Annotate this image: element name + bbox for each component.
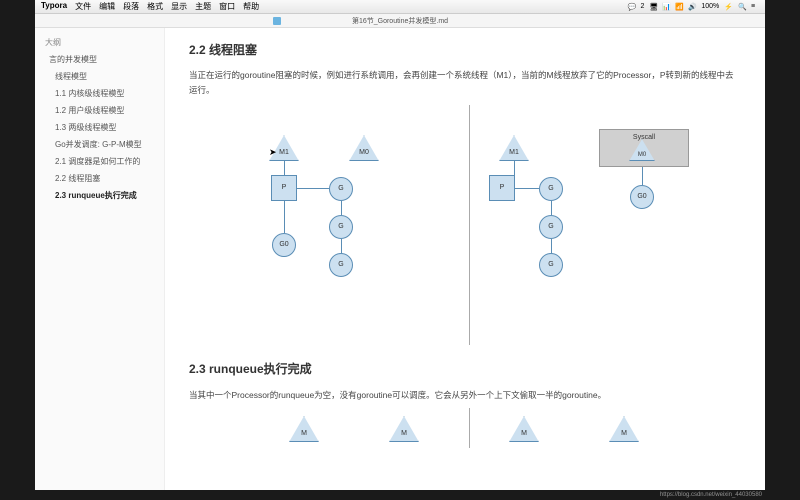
status-badge: 2 xyxy=(640,3,644,10)
outline-heading: 大纲 xyxy=(35,34,164,51)
cursor-icon: ➤ xyxy=(269,145,277,160)
shape-g-right-3: G xyxy=(539,253,563,277)
menu-theme[interactable]: 主题 xyxy=(195,1,211,12)
wifi-icon[interactable]: 📶 xyxy=(675,3,683,11)
shape-g-right-2: G xyxy=(539,215,563,239)
search-icon[interactable]: 🔍 xyxy=(738,3,746,11)
shape-g0-right: G0 xyxy=(630,185,654,209)
shape-p-right: P xyxy=(489,175,515,201)
diagram-2-2: M1 M0 P G G G G0 M1 P G G xyxy=(189,105,741,345)
shape-m-b: M xyxy=(389,416,419,442)
shape-m-d: M xyxy=(609,416,639,442)
doc-title: 第16节_Goroutine并发模型.md xyxy=(352,16,448,26)
menu-format[interactable]: 格式 xyxy=(147,1,163,12)
wechat-icon[interactable]: 💬 xyxy=(627,3,635,11)
menu-edit[interactable]: 编辑 xyxy=(99,1,115,12)
menu-view[interactable]: 显示 xyxy=(171,1,187,12)
battery-pct: 100% xyxy=(701,3,719,10)
shape-g0-left: G0 xyxy=(272,233,296,257)
conn xyxy=(284,201,285,233)
conn xyxy=(341,201,342,215)
shape-m-c: M xyxy=(509,416,539,442)
conn xyxy=(514,161,515,175)
content-area: 2.2 线程阻塞 当正在运行的goroutine阻塞的时候，例如进行系统调用，会… xyxy=(165,28,765,490)
conn xyxy=(642,167,643,185)
watermark-url: https://blog.csdn.net/weixin_44030580 xyxy=(660,492,762,498)
conn xyxy=(551,239,552,253)
conn xyxy=(284,161,285,175)
paragraph-2-3: 当其中一个Processor的runqueue为空，没有goroutine可以调… xyxy=(189,388,741,402)
menu-icon[interactable]: ≡ xyxy=(751,3,759,11)
conn xyxy=(297,188,329,189)
heading-2-2: 2.2 线程阻塞 xyxy=(189,40,741,60)
conn xyxy=(341,239,342,253)
menu-help[interactable]: 帮助 xyxy=(243,1,259,12)
sidebar-item-2-3[interactable]: 2.3 runqueue执行完成 xyxy=(35,187,164,204)
conn xyxy=(515,188,539,189)
monitor-icon[interactable]: 🖥 xyxy=(649,3,657,11)
shape-m-a: M xyxy=(289,416,319,442)
shape-m0-right: M0 xyxy=(629,139,655,161)
sidebar-item-2-1[interactable]: 2.1 调度器是如何工作的 xyxy=(35,153,164,170)
menu-file[interactable]: 文件 xyxy=(75,1,91,12)
sidebar-item-1-2[interactable]: 1.2 用户级线程模型 xyxy=(35,102,164,119)
titlebar: 第16节_Goroutine并发模型.md xyxy=(35,14,765,28)
shape-g-left-3: G xyxy=(329,253,353,277)
menu-paragraph[interactable]: 段落 xyxy=(123,1,139,12)
sidebar-item-1-1[interactable]: 1.1 内核级线程模型 xyxy=(35,85,164,102)
shape-g-left-1: G xyxy=(329,177,353,201)
shape-g-left-2: G xyxy=(329,215,353,239)
diagram-divider xyxy=(469,105,470,345)
sidebar-item-gpm[interactable]: Go并发调度: G-P-M模型 xyxy=(35,136,164,153)
app-name: Typora xyxy=(41,1,67,12)
menu-window[interactable]: 窗口 xyxy=(219,1,235,12)
diagram-2-3: M M M M xyxy=(189,408,741,448)
menubar: Typora 文件 编辑 段落 格式 显示 主题 窗口 帮助 💬 2 🖥 📊 📶… xyxy=(35,0,765,14)
sidebar-item-2-2[interactable]: 2.2 线程阻塞 xyxy=(35,170,164,187)
shape-m1-right: M1 xyxy=(499,135,529,161)
heading-2-3: 2.3 runqueue执行完成 xyxy=(189,359,741,379)
sidebar-item-concurrency[interactable]: 言的并发模型 xyxy=(35,51,164,68)
chart-icon[interactable]: 📊 xyxy=(662,3,670,11)
sidebar-item-thread-model[interactable]: 线程模型 xyxy=(35,68,164,85)
shape-g-right-1: G xyxy=(539,177,563,201)
conn xyxy=(551,201,552,215)
sidebar-item-1-3[interactable]: 1.3 两级线程模型 xyxy=(35,119,164,136)
doc-icon xyxy=(273,17,281,25)
paragraph-2-2: 当正在运行的goroutine阻塞的时候，例如进行系统调用，会再创建一个系统线程… xyxy=(189,68,741,97)
shape-p-left: P xyxy=(271,175,297,201)
outline-sidebar: 大纲 言的并发模型 线程模型 1.1 内核级线程模型 1.2 用户级线程模型 1… xyxy=(35,28,165,490)
battery-icon: ⚡ xyxy=(724,3,733,11)
diagram2-divider xyxy=(469,408,470,448)
volume-icon[interactable]: 🔊 xyxy=(688,3,696,11)
shape-m0-left: M0 xyxy=(349,135,379,161)
